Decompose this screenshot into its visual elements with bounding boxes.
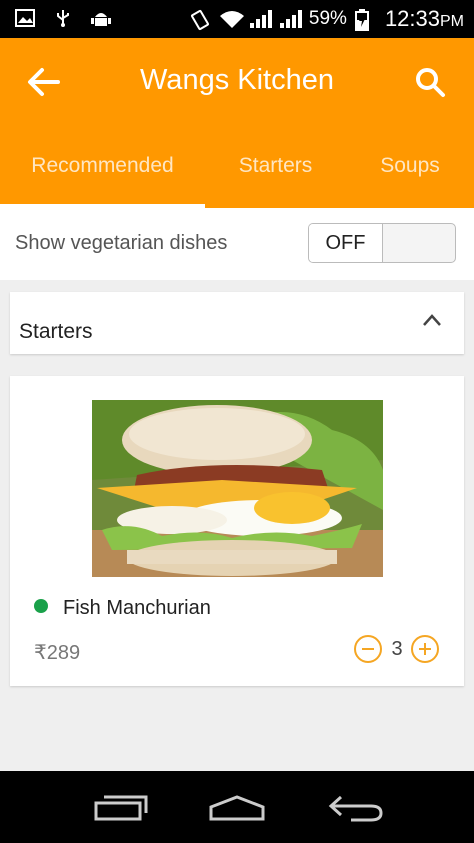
- currency-symbol: ₹: [34, 642, 47, 664]
- decrease-quantity-button[interactable]: [353, 634, 383, 664]
- status-bar: 59% 12:33PM: [0, 0, 474, 38]
- veg-toggle[interactable]: OFF: [308, 223, 456, 263]
- minus-circle-icon: [354, 635, 382, 663]
- chevron-up-icon: [423, 314, 441, 326]
- dish-name: Fish Manchurian: [63, 597, 211, 619]
- veg-filter-label: Show vegetarian dishes: [15, 232, 228, 254]
- battery-percent: 59%: [308, 8, 347, 29]
- price-value: 289: [46, 642, 81, 664]
- home-icon: [209, 795, 265, 821]
- back-icon: [328, 795, 383, 822]
- plus-circle-icon: [411, 635, 439, 663]
- veg-toggle-label: OFF: [309, 224, 383, 262]
- back-nav-button[interactable]: [327, 793, 387, 823]
- vibrate-icon: [189, 9, 211, 31]
- veg-filter-row: Show vegetarian dishes OFF: [0, 208, 474, 280]
- home-button[interactable]: [207, 793, 267, 823]
- usb-icon: [52, 8, 74, 28]
- app-header: Wangs Kitchen Recommended Starters Soups: [0, 38, 474, 208]
- quantity-value: 3: [391, 638, 403, 660]
- search-button[interactable]: [408, 62, 452, 102]
- battery-charging-icon: [354, 9, 377, 31]
- android-icon: [90, 8, 112, 28]
- recents-button[interactable]: [92, 793, 152, 823]
- section-header-starters[interactable]: Starters: [10, 292, 464, 354]
- recents-icon: [94, 795, 148, 821]
- gallery-icon: [14, 8, 36, 28]
- increase-quantity-button[interactable]: [410, 634, 440, 664]
- signal-icon: [249, 9, 272, 29]
- clock-suffix: PM: [440, 13, 464, 30]
- tab-soups[interactable]: Soups: [346, 150, 474, 208]
- tab-starters[interactable]: Starters: [205, 150, 346, 208]
- system-nav-bar: [0, 771, 474, 843]
- clock: 12:33PM: [384, 6, 464, 31]
- veg-indicator-dot: [34, 599, 48, 613]
- wifi-icon: [219, 9, 244, 29]
- dish-price: ₹289: [34, 640, 80, 665]
- signal-icon: [279, 9, 302, 29]
- search-icon: [416, 68, 445, 97]
- section-title: Starters: [19, 320, 93, 343]
- dish-image: [92, 400, 383, 577]
- page-title: Wangs Kitchen: [140, 64, 334, 96]
- dish-card[interactable]: Fish Manchurian ₹289 3: [10, 376, 464, 686]
- tab-recommended[interactable]: Recommended: [0, 150, 205, 208]
- category-tabs: Recommended Starters Soups: [0, 150, 474, 208]
